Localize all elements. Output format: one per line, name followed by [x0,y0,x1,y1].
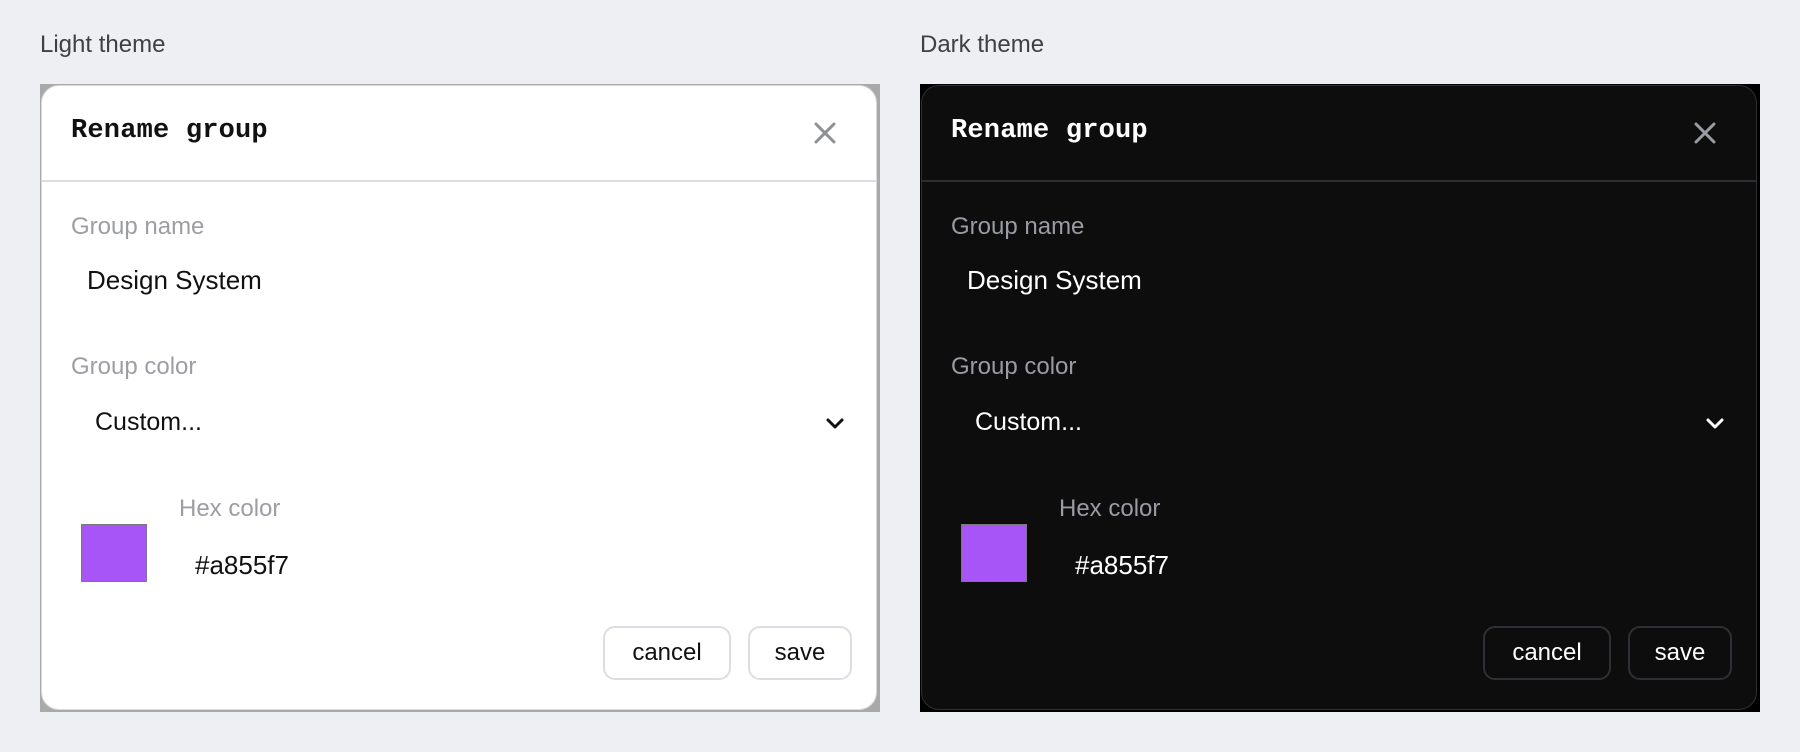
group-name-label: Group name [71,213,205,240]
group-name-label: Group name [951,213,1085,240]
close-icon [814,122,836,144]
hex-color-input[interactable] [179,537,839,593]
group-name-input[interactable] [71,252,847,308]
dialog-header: Rename group [42,86,876,182]
group-name-input[interactable] [951,252,1727,308]
close-icon [1694,122,1716,144]
group-color-selected-value: Custom... [95,408,202,436]
hex-color-label: Hex color [179,495,281,522]
close-button[interactable] [810,118,840,148]
dialog-title: Rename group [951,116,1148,146]
theme-label: Light theme [40,31,166,58]
color-swatch[interactable] [961,524,1027,582]
save-button[interactable]: save [748,626,852,680]
modal-backdrop: Rename group Group name Group color Cust… [40,84,880,712]
group-color-label: Group color [951,353,1077,380]
hex-color-label: Hex color [1059,495,1161,522]
group-color-select[interactable]: Custom... [71,392,847,454]
cancel-button[interactable]: cancel [603,626,731,680]
chevron-down-icon [826,418,844,429]
page: Light theme Rename group Group name Grou… [0,0,1800,752]
color-swatch[interactable] [81,524,147,582]
theme-label: Dark theme [920,31,1045,58]
dialog-header: Rename group [922,86,1756,182]
save-button[interactable]: save [1628,626,1732,680]
cancel-button[interactable]: cancel [1483,626,1611,680]
group-color-select[interactable]: Custom... [951,392,1727,454]
rename-group-dialog: Rename group Group name Group color Cust… [41,85,877,710]
dialog-title: Rename group [71,116,268,146]
group-color-label: Group color [71,353,197,380]
hex-color-input[interactable] [1059,537,1719,593]
rename-group-dialog: Rename group Group name Group color Cust… [921,85,1757,710]
modal-backdrop: Rename group Group name Group color Cust… [920,84,1760,712]
group-color-selected-value: Custom... [975,408,1082,436]
chevron-down-icon [1706,418,1724,429]
close-button[interactable] [1690,118,1720,148]
